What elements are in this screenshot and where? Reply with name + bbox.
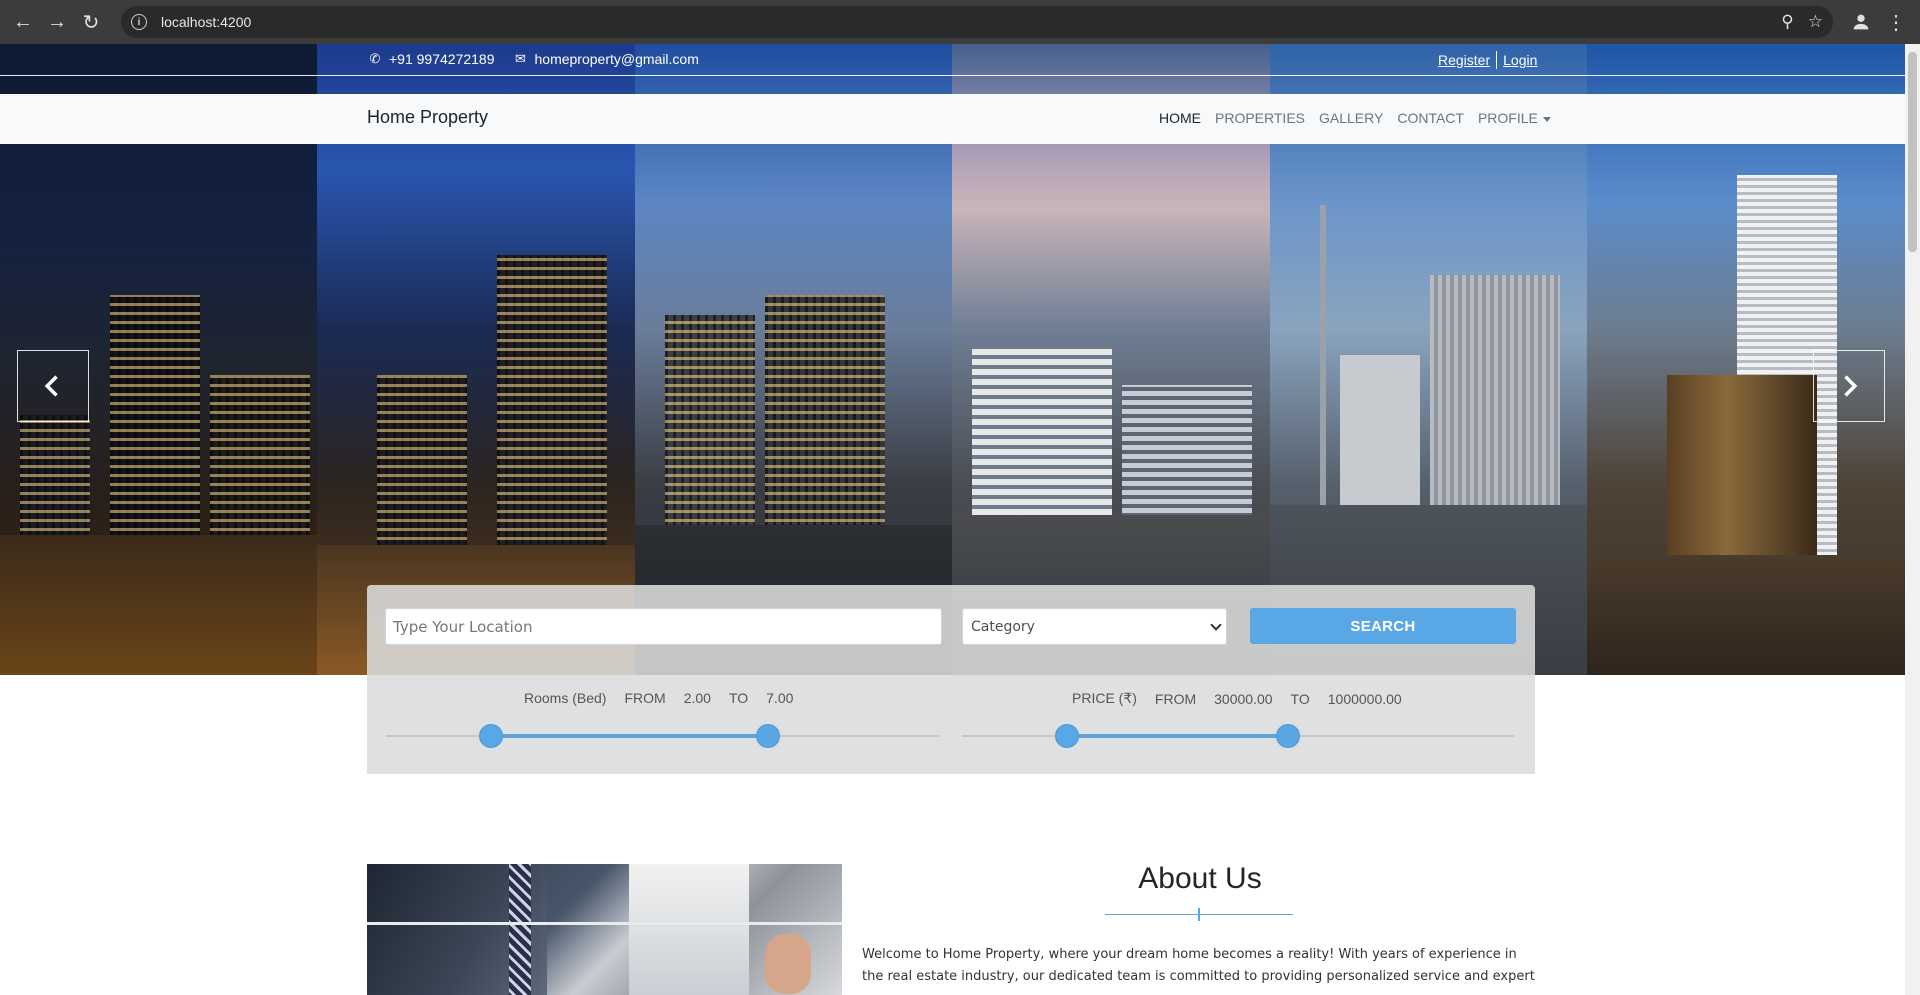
rooms-label: Rooms (Bed) [524,690,607,706]
register-link[interactable]: Register [1438,52,1490,68]
chevron-right-icon [1844,375,1858,397]
brand-logo[interactable]: Home Property [367,107,488,128]
price-from-label: FROM [1154,690,1197,707]
nav-properties[interactable]: PROPERTIES [1215,110,1305,126]
scrollbar-thumb[interactable] [1908,52,1917,252]
address-url[interactable]: localhost:4200 [161,14,251,30]
back-arrow-icon[interactable]: ← [6,5,40,39]
nav-profile-label: PROFILE [1477,110,1538,126]
browser-toolbar: ← → ↻ i localhost:4200 ⚲ ☆ ⋮ [0,0,1920,44]
nav-contact[interactable]: CONTACT [1397,110,1464,126]
nav-home[interactable]: HOME [1159,110,1201,126]
search-button[interactable]: SEARCH [1250,608,1516,644]
nav-profile-dropdown[interactable]: PROFILE [1478,110,1551,126]
rooms-max-handle[interactable] [755,724,780,748]
email-address[interactable]: homeproperty@gmail.com [535,51,699,67]
top-contact-bar: ✆ +91 9974272189 ✉ homeproperty@gmail.co… [0,44,1905,94]
property-search-panel: Category SEARCH Rooms (Bed) FROM 2.00 TO… [367,585,1535,774]
category-select[interactable]: Category [962,608,1227,645]
about-us-text: Welcome to Home Property, where your dre… [862,947,1535,984]
price-max-handle[interactable] [1275,724,1300,748]
price-label: PRICE (₹) [1072,690,1137,706]
rooms-min-handle[interactable] [479,724,504,748]
price-slider-fill [1066,734,1288,738]
star-icon[interactable]: ☆ [1808,12,1823,32]
about-divider [1105,908,1293,921]
reload-icon[interactable]: ↻ [74,5,108,39]
nav-gallery[interactable]: GALLERY [1319,110,1383,126]
rooms-range-label: Rooms (Bed) FROM 2.00 TO 7.00 [524,690,811,706]
carousel-prev-button[interactable] [17,350,89,422]
forward-arrow-icon[interactable]: → [40,5,74,39]
address-bar[interactable]: i localhost:4200 ⚲ ☆ [121,6,1833,38]
price-to-value: 1000000.00 [1327,690,1402,707]
rooms-from-value: 2.00 [683,690,711,706]
location-input[interactable] [385,608,942,645]
price-to-label: TO [1290,690,1310,707]
page-viewport: ✆ +91 9974272189 ✉ homeproperty@gmail.co… [0,44,1905,995]
kebab-menu-icon[interactable]: ⋮ [1886,10,1906,35]
rooms-from-label: FROM [624,690,666,706]
rooms-to-value: 7.00 [766,690,794,706]
price-range-label: PRICE (₹) FROM 30000.00 TO 1000000.00 [1072,690,1420,707]
price-min-handle[interactable] [1054,724,1079,748]
price-range-slider[interactable] [962,724,1514,748]
about-us-heading: About Us [1138,862,1262,895]
zoom-icon[interactable]: ⚲ [1781,12,1793,32]
price-from-value: 30000.00 [1214,690,1273,707]
category-selected-value: Category [971,618,1035,635]
profile-icon[interactable] [1848,9,1874,35]
caret-down-icon [1542,116,1551,122]
about-us-image [367,864,842,995]
phone-icon: ✆ [369,51,381,66]
login-link[interactable]: Login [1503,52,1537,68]
rooms-range-slider[interactable] [386,724,939,748]
carousel-next-button[interactable] [1813,350,1885,422]
chevron-down-icon [1210,619,1222,631]
main-navbar: Home Property HOME PROPERTIES GALLERY CO… [0,94,1905,144]
page-scrollbar[interactable] [1905,44,1920,995]
rooms-slider-fill [491,734,768,738]
rooms-to-label: TO [728,690,749,706]
envelope-icon: ✉ [515,51,526,66]
phone-number[interactable]: +91 9974272189 [389,51,495,67]
site-info-icon[interactable]: i [131,14,147,30]
chevron-left-icon [44,375,58,397]
